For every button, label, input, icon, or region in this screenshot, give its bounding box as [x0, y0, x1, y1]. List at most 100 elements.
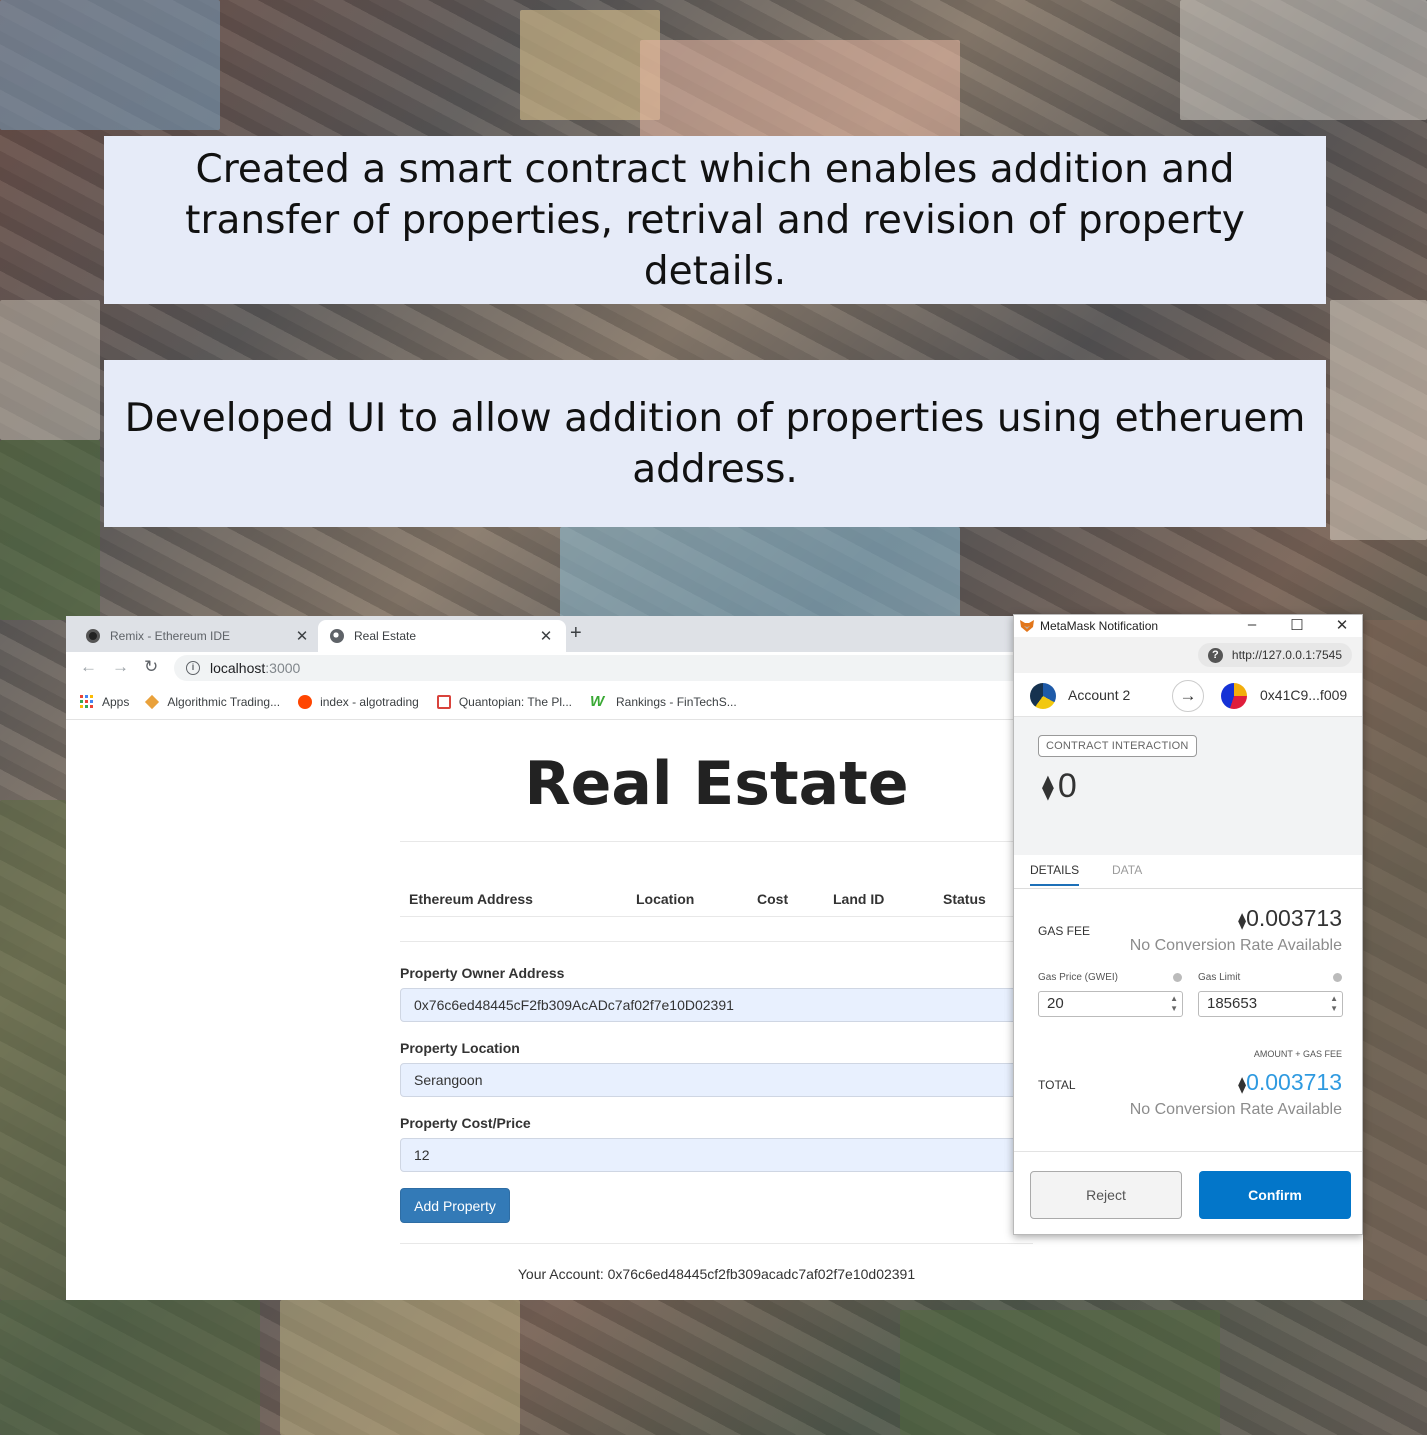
tab-real-estate[interactable]: Real Estate ✕ — [318, 620, 566, 652]
total-label: TOTAL — [1038, 1078, 1076, 1092]
gas-limit-label: Gas Limit — [1198, 972, 1241, 983]
transaction-summary: CONTRACT INTERACTION ⧫ 0 — [1014, 717, 1362, 855]
divider — [400, 841, 1033, 842]
divider — [400, 1243, 1033, 1244]
transaction-amount: ⧫ 0 — [1042, 767, 1077, 806]
gas-fee-amount: ⧫0.003713 — [1238, 905, 1342, 932]
bookmark-rankings[interactable]: W Rankings - FinTechS... — [590, 692, 737, 710]
divider — [400, 916, 1033, 917]
bookmark-label: index - algotrading — [320, 694, 419, 709]
info-icon[interactable] — [1333, 973, 1342, 982]
column-header: Cost — [757, 891, 789, 907]
gas-fee-label: GAS FEE — [1038, 924, 1091, 938]
bookmark-label: Quantopian: The Pl... — [458, 694, 572, 709]
eth-icon: ⧫ — [1238, 911, 1247, 930]
new-tab-button[interactable]: + — [570, 622, 582, 645]
info-icon[interactable]: i — [186, 661, 200, 675]
forward-icon[interactable]: → — [112, 657, 129, 677]
account-route: Account 2 → 0x41C9...f009 — [1014, 673, 1362, 717]
owner-address-input[interactable]: 0x76c6ed48445cF2fb309AcADc7af02f7e10D023… — [400, 988, 1020, 1022]
bookmark-label: Apps — [102, 694, 130, 709]
quantopian-icon — [436, 694, 451, 709]
reload-icon[interactable]: ↻ — [144, 657, 158, 677]
details-panel: GAS FEE ⧫0.003713 No Conversion Rate Ava… — [1014, 889, 1362, 1151]
location-input[interactable]: Serangoon — [400, 1063, 1020, 1097]
info-icon[interactable] — [1173, 973, 1182, 982]
column-header: Ethereum Address — [409, 891, 533, 907]
metamask-tabs: DETAILS DATA — [1014, 855, 1362, 889]
url-host: localhost — [210, 660, 266, 676]
tab-title: Real Estate — [354, 629, 417, 643]
gas-limit-value: 185653 — [1207, 995, 1258, 1012]
gas-price-value: 20 — [1047, 995, 1064, 1012]
tab-title: Remix - Ethereum IDE — [110, 629, 231, 643]
bookmark-quantopian[interactable]: Quantopian: The Pl... — [436, 694, 572, 709]
gas-fee-value: 0.003713 — [1246, 905, 1342, 931]
cost-input[interactable]: 12 — [400, 1138, 1020, 1172]
caption-text: Created a smart contract which enables a… — [185, 146, 1245, 294]
close-icon[interactable]: ✕ — [1332, 616, 1352, 634]
column-header: Land ID — [833, 891, 885, 907]
metamask-window: MetaMask Notification – ☐ ✕ ? http://127… — [1013, 614, 1363, 1235]
apps-icon — [80, 694, 94, 709]
to-account-address[interactable]: 0x41C9...f009 — [1260, 687, 1347, 703]
arrow-right-icon: → — [1172, 680, 1204, 712]
column-header: Location — [636, 891, 695, 907]
origin-url: http://127.0.0.1:7545 — [1231, 648, 1342, 662]
tab-data[interactable]: DATA — [1112, 863, 1142, 877]
owner-address-label: Property Owner Address — [400, 965, 565, 981]
close-icon[interactable]: ✕ — [538, 627, 554, 645]
eth-icon: ⧫ — [1042, 772, 1054, 801]
your-account-text: Your Account: 0x76c6ed48445cf2fb309acadc… — [517, 1266, 916, 1282]
stepper-icon[interactable]: ▲ ▼ — [1330, 994, 1338, 1014]
property-table-header: Ethereum Address Location Cost Land ID S… — [400, 891, 1040, 911]
caption-smart-contract: Created a smart contract which enables a… — [104, 136, 1326, 304]
reddit-icon — [298, 694, 313, 709]
account-identicon — [1030, 683, 1056, 709]
bookmark-algotrading[interactable]: index - algotrading — [298, 694, 419, 709]
metamask-origin-bar: ? http://127.0.0.1:7545 — [1014, 637, 1362, 673]
metamask-titlebar: MetaMask Notification – ☐ ✕ — [1014, 615, 1362, 637]
back-icon[interactable]: ← — [80, 657, 97, 677]
globe-icon — [330, 629, 344, 643]
origin-pill: ? http://127.0.0.1:7545 — [1197, 643, 1352, 667]
metamask-footer: Reject Confirm — [1014, 1151, 1362, 1234]
column-header: Status — [943, 891, 986, 907]
bookmark-apps[interactable]: Apps — [80, 694, 130, 709]
maximize-icon[interactable]: ☐ — [1287, 616, 1307, 634]
cost-label: Property Cost/Price — [400, 1115, 531, 1131]
total-amount: ⧫0.003713 — [1238, 1069, 1342, 1096]
page-title: Real Estate — [524, 749, 909, 819]
contract-interaction-badge: CONTRACT INTERACTION — [1038, 735, 1197, 757]
divider — [400, 941, 1033, 942]
location-label: Property Location — [400, 1040, 520, 1056]
tab-details[interactable]: DETAILS — [1030, 863, 1080, 886]
amount-gas-fee-label: AMOUNT + GAS FEE — [1253, 1049, 1342, 1059]
gas-price-input[interactable]: 20 ▲ ▼ — [1038, 991, 1183, 1017]
amount-value: 0 — [1057, 767, 1077, 805]
reject-button[interactable]: Reject — [1030, 1171, 1182, 1219]
caption-ui: Developed UI to allow addition of proper… — [104, 360, 1326, 527]
remix-icon — [86, 629, 100, 643]
total-value: 0.003713 — [1246, 1069, 1342, 1095]
close-icon[interactable]: ✕ — [294, 627, 310, 645]
confirm-button[interactable]: Confirm — [1199, 1171, 1351, 1219]
algo-icon — [145, 694, 160, 709]
add-property-button[interactable]: Add Property — [400, 1188, 510, 1223]
gas-fee-conversion: No Conversion Rate Available — [1129, 937, 1342, 954]
metamask-window-title: MetaMask Notification — [1040, 619, 1159, 633]
from-account-name: Account 2 — [1068, 687, 1131, 703]
eth-icon: ⧫ — [1238, 1075, 1247, 1094]
url-port: :3000 — [265, 660, 301, 676]
recipient-identicon — [1221, 683, 1247, 709]
minimize-icon[interactable]: – — [1242, 616, 1262, 633]
w-icon: W — [590, 692, 605, 710]
bookmark-label: Algorithmic Trading... — [167, 694, 281, 709]
stepper-icon[interactable]: ▲ ▼ — [1170, 994, 1178, 1014]
total-conversion: No Conversion Rate Available — [1129, 1101, 1342, 1118]
gas-limit-input[interactable]: 185653 ▲ ▼ — [1198, 991, 1343, 1017]
question-icon: ? — [1207, 647, 1223, 663]
metamask-fox-icon — [1020, 620, 1034, 632]
bookmark-algorithmic-trading[interactable]: Algorithmic Trading... — [145, 694, 281, 709]
tab-remix[interactable]: Remix - Ethereum IDE ✕ — [74, 620, 322, 652]
